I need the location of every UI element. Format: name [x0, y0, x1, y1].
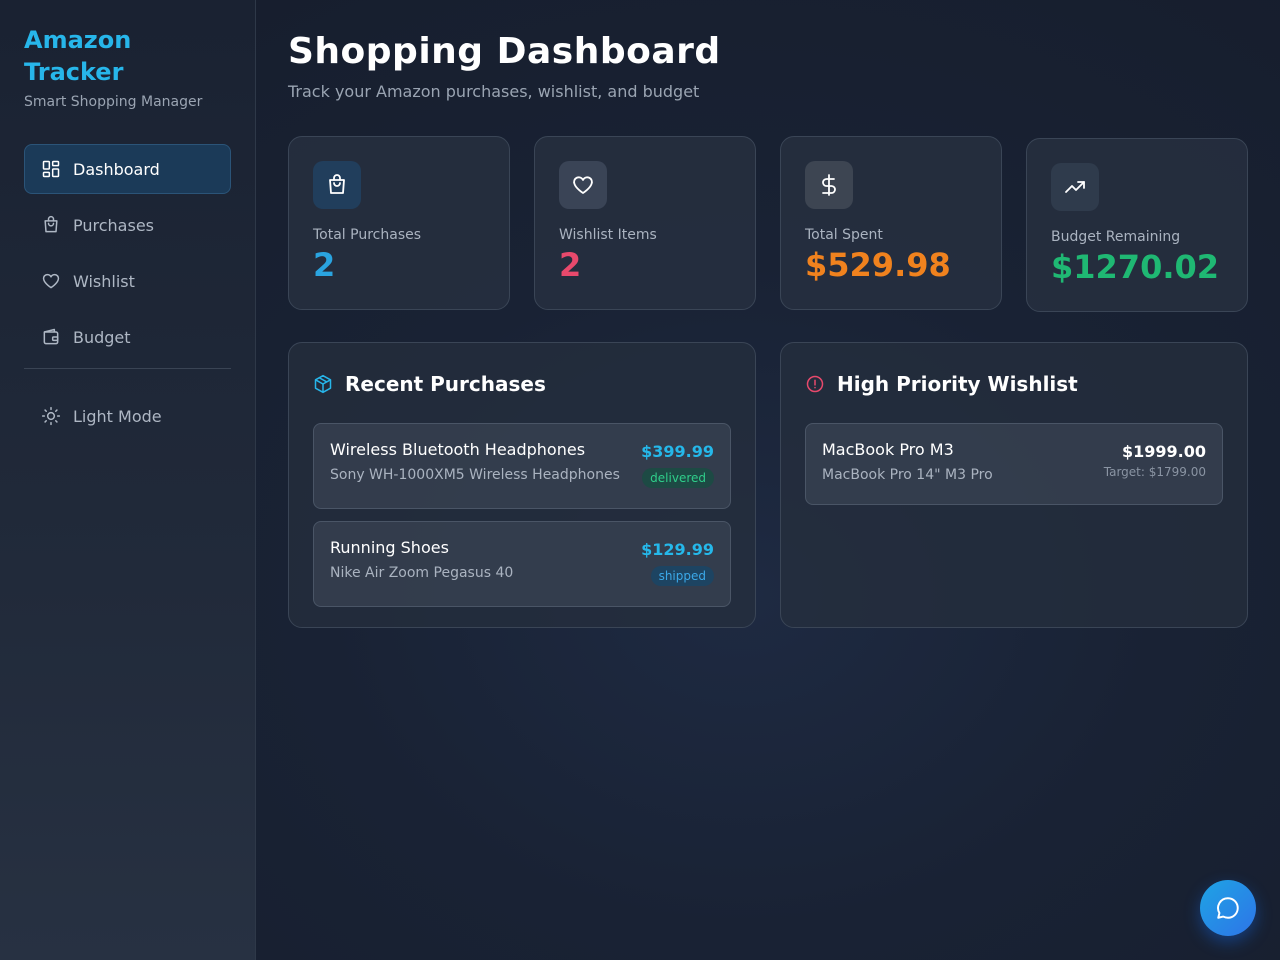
stat-icon-wrapper — [805, 161, 853, 209]
stat-card-total-spent: Total Spent $529.98 — [780, 136, 1002, 310]
heart-icon — [42, 273, 60, 289]
stat-value: $529.98 — [805, 246, 951, 284]
wishlist-item[interactable]: MacBook Pro M3 MacBook Pro 14" M3 Pro $1… — [805, 423, 1223, 505]
purchase-item[interactable]: Wireless Bluetooth Headphones Sony WH-10… — [313, 423, 731, 509]
dashboard-icon — [42, 160, 60, 178]
sidebar-item-label: Wishlist — [73, 271, 135, 291]
stat-card-budget-remaining: Budget Remaining $1270.02 — [1026, 138, 1248, 312]
panel-title: Recent Purchases — [345, 372, 546, 396]
stat-label: Total Purchases — [313, 227, 422, 243]
page-subtitle: Track your Amazon purchases, wishlist, a… — [288, 82, 700, 101]
sidebar: Amazon Tracker Smart Shopping Manager Da… — [0, 0, 256, 960]
chat-bubble-icon — [1217, 897, 1239, 919]
recent-purchases-panel: Recent Purchases Wireless Bluetooth Head… — [288, 342, 756, 628]
wallet-icon — [43, 328, 59, 345]
shopping-bag-icon — [44, 215, 58, 233]
shopping-bag-icon — [329, 174, 345, 194]
stat-label: Wishlist Items — [559, 227, 657, 243]
stat-icon-wrapper — [559, 161, 607, 209]
package-icon — [314, 374, 332, 394]
stat-label: Total Spent — [805, 227, 883, 243]
page-title: Shopping Dashboard — [288, 31, 721, 72]
dollar-icon — [822, 174, 836, 196]
purchase-item[interactable]: Running Shoes Nike Air Zoom Pegasus 40 $… — [313, 521, 731, 607]
sun-icon — [41, 406, 61, 426]
trending-up-icon — [1065, 181, 1085, 193]
purchase-price: $129.99 — [641, 540, 714, 559]
theme-toggle-label: Light Mode — [73, 406, 162, 426]
brand-title: Amazon Tracker — [24, 26, 132, 86]
stat-value: $1270.02 — [1051, 248, 1220, 286]
stat-icon-wrapper — [313, 161, 361, 209]
sidebar-item-label: Dashboard — [73, 159, 160, 179]
main-content: Shopping Dashboard Track your Amazon pur… — [288, 30, 1248, 628]
sidebar-item-dashboard[interactable]: Dashboard — [24, 144, 231, 194]
sidebar-item-wishlist[interactable]: Wishlist — [24, 256, 231, 306]
wishlist-list: MacBook Pro M3 MacBook Pro 14" M3 Pro $1… — [805, 423, 1223, 505]
sidebar-item-label: Budget — [73, 327, 131, 347]
status-badge: shipped — [650, 566, 714, 586]
heart-icon — [573, 176, 593, 194]
chat-button[interactable] — [1200, 880, 1256, 936]
wishlist-panel: High Priority Wishlist MacBook Pro M3 Ma… — [780, 342, 1248, 628]
sidebar-nav: Dashboard Purchases Wishlist Budget Ligh… — [24, 144, 231, 441]
sidebar-item-budget[interactable]: Budget — [24, 312, 231, 362]
stat-icon-wrapper — [1051, 163, 1099, 211]
sidebar-item-label: Purchases — [73, 215, 154, 235]
purchase-list: Wireless Bluetooth Headphones Sony WH-10… — [313, 423, 731, 607]
wishlist-price: $1999.00 — [1121, 442, 1206, 461]
theme-toggle[interactable]: Light Mode — [24, 391, 231, 441]
stat-value: 2 — [559, 246, 582, 284]
stat-label: Budget Remaining — [1051, 229, 1181, 245]
stat-card-total-purchases: Total Purchases 2 — [288, 136, 510, 310]
stat-value: 2 — [313, 246, 336, 284]
panel-title: High Priority Wishlist — [837, 372, 1078, 396]
purchase-price: $399.99 — [641, 442, 714, 461]
stats-row: Total Purchases 2 Wishlist Items 2 Total… — [288, 136, 1248, 312]
nav-divider — [24, 368, 231, 369]
sidebar-item-purchases[interactable]: Purchases — [24, 200, 231, 250]
panel-header: Recent Purchases — [313, 369, 731, 399]
panel-header: High Priority Wishlist — [805, 369, 1223, 399]
stat-card-wishlist-items: Wishlist Items 2 — [534, 136, 756, 310]
brand-subtitle: Smart Shopping Manager — [24, 94, 203, 110]
alert-circle-icon — [806, 375, 824, 393]
status-badge: delivered — [642, 468, 714, 488]
wishlist-target-price: Target: $1799.00 — [1103, 465, 1206, 479]
